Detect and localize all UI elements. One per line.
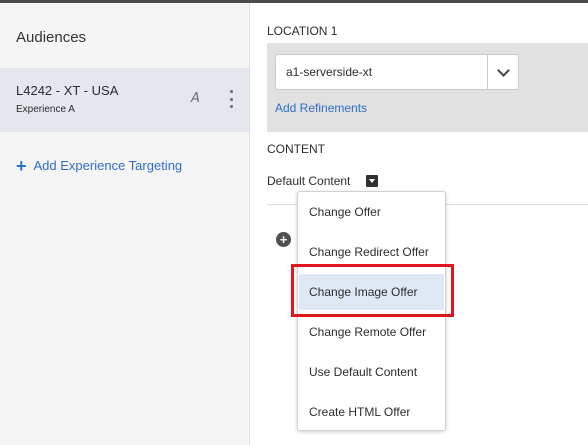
menu-item-use-default-content[interactable]: Use Default Content <box>299 354 444 390</box>
location-label: LOCATION 1 <box>267 24 338 38</box>
menu-item-create-html-offer[interactable]: Create HTML Offer <box>299 394 444 430</box>
audience-name: L4242 - XT - USA <box>16 83 119 98</box>
add-experience-targeting-label: Add Experience Targeting <box>33 158 183 173</box>
default-content-label: Default Content <box>267 174 351 188</box>
experience-label: Experience A <box>16 104 75 115</box>
font-edit-icon[interactable]: A <box>191 91 200 106</box>
menu-item-change-remote-offer[interactable]: Change Remote Offer <box>299 314 444 350</box>
content-dropdown-toggle-icon[interactable] <box>366 175 378 187</box>
audience-item[interactable]: L4242 - XT - USA Experience A A <box>0 68 249 132</box>
chevron-down-icon <box>496 63 510 77</box>
location-select-value: a1-serverside-xt <box>286 65 373 79</box>
audiences-title: Audiences <box>16 29 87 46</box>
plus-icon: + <box>16 155 27 176</box>
menu-item-change-offer[interactable]: Change Offer <box>299 194 444 230</box>
add-circle-icon[interactable]: + <box>276 232 291 247</box>
add-experience-targeting-link[interactable]: + Add Experience Targeting <box>16 155 183 176</box>
annotation-highlight-box <box>291 264 454 317</box>
location-select-toggle[interactable] <box>487 55 518 89</box>
content-label: CONTENT <box>267 142 325 156</box>
location-select[interactable]: a1-serverside-xt <box>275 54 519 90</box>
location-box: a1-serverside-xt Add Refinements <box>267 43 588 132</box>
audiences-panel: Audiences L4242 - XT - USA Experience A … <box>0 3 250 445</box>
more-vertical-icon[interactable] <box>226 90 236 108</box>
add-refinements-link[interactable]: Add Refinements <box>275 101 367 115</box>
